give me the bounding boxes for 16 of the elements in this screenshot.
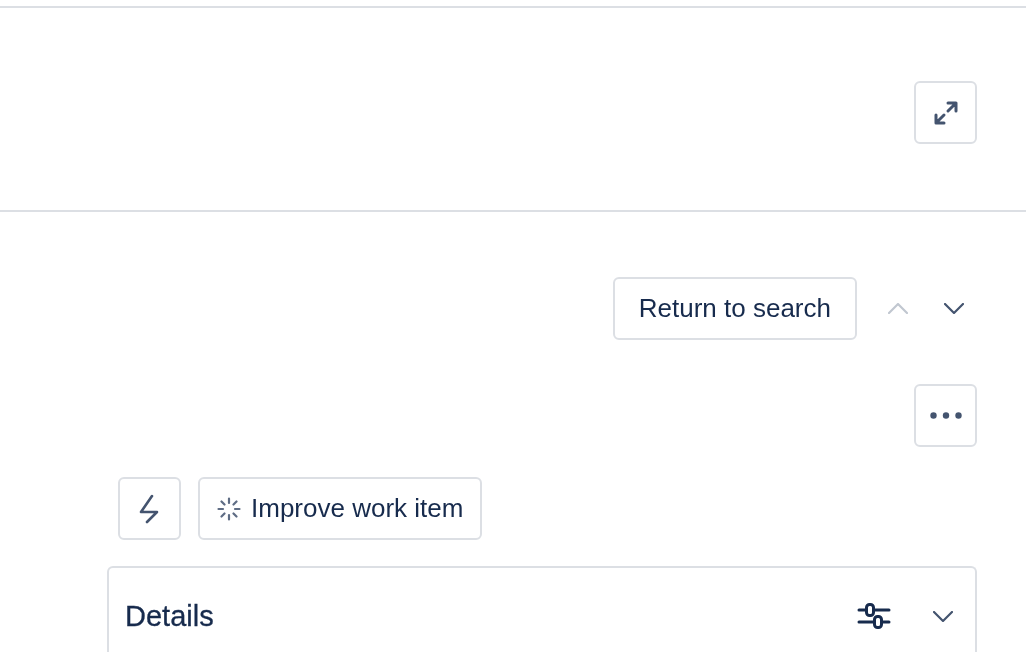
return-to-search-button[interactable]: Return to search	[612, 277, 857, 340]
expand-button[interactable]	[914, 81, 977, 144]
more-button[interactable]	[914, 384, 977, 447]
lightning-icon	[138, 493, 161, 524]
improve-work-item-button[interactable]: Improve work item	[198, 477, 483, 540]
automation-button[interactable]	[118, 477, 181, 540]
more-icon	[929, 412, 962, 419]
chevron-down-icon	[933, 610, 953, 622]
chevron-up-icon	[888, 303, 908, 314]
chevron-down-icon	[944, 303, 964, 314]
settings-sliders-icon	[857, 602, 891, 630]
configure-fields-button[interactable]	[857, 602, 891, 630]
details-title: Details	[125, 599, 215, 634]
expand-icon	[932, 99, 959, 126]
sparkle-icon	[217, 496, 241, 521]
collapse-button[interactable]	[933, 610, 953, 622]
